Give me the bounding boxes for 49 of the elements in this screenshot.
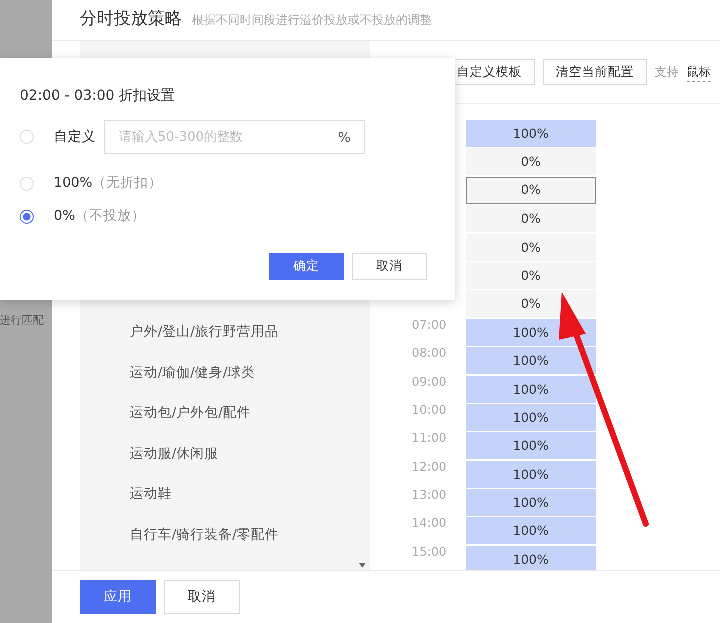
category-item[interactable]: 运动服/休闲服	[130, 444, 370, 484]
scroll-down-icon[interactable]	[359, 563, 366, 568]
schedule-cell[interactable]: 0%	[466, 148, 596, 176]
category-item[interactable]: 自行车/骑行装备/零配件	[130, 524, 370, 565]
time-label: 09:00	[412, 376, 448, 391]
time-label: 08:00	[412, 347, 448, 362]
schedule-cell[interactable]: 100%	[466, 432, 596, 460]
label-text: 进行匹配	[0, 313, 45, 329]
schedule-cell[interactable]: 100%	[466, 404, 596, 431]
schedule-cell[interactable]: 0%	[466, 290, 596, 318]
category-item[interactable]: 户外/登山/旅行野营用品	[130, 322, 370, 362]
unit-label: %	[338, 129, 351, 148]
option-label: 0%	[54, 207, 76, 226]
option-label: 100%	[54, 174, 93, 194]
category-item[interactable]: 运动鞋	[130, 484, 370, 524]
time-label: 07:00	[412, 318, 448, 334]
toolbar-button[interactable]: 清空当前配置	[543, 58, 647, 86]
hint-link[interactable]: 鼠标	[687, 62, 711, 82]
apply-button[interactable]: 应用	[80, 580, 156, 614]
schedule-cell[interactable]: 100%	[466, 376, 596, 403]
cancel-button[interactable]: 取消	[164, 580, 240, 614]
radio-button[interactable]	[20, 210, 34, 224]
option-note: （不投放）	[75, 207, 146, 226]
schedule-cell[interactable]: 100%	[466, 460, 596, 488]
schedule-cell[interactable]: 0%	[466, 205, 596, 232]
category-item[interactable]: 运动/瑜伽/健身/球类	[130, 362, 370, 403]
time-label: 12:00	[412, 460, 448, 476]
option-note: （无折扣）	[92, 174, 163, 194]
panel-title: 分时投放策略	[80, 8, 182, 32]
schedule-cell[interactable]: 100%	[466, 517, 596, 544]
time-label: 10:00	[412, 404, 448, 419]
cancel-button[interactable]: 取消	[352, 253, 427, 280]
hint-text: 支持	[655, 64, 679, 81]
schedule-cell[interactable]: 100%	[466, 546, 596, 570]
option-label: 自定义	[54, 128, 96, 147]
schedule-cell[interactable]: 0%	[466, 234, 596, 261]
panel-subtitle: 根据不同时间段进行溢价投放或不投放的调整	[192, 12, 432, 29]
schedule-cell[interactable]: 100%	[466, 120, 596, 147]
time-label: 14:00	[412, 517, 448, 532]
popover-title: 02:00 - 03:00 折扣设置	[20, 87, 176, 106]
time-label: 11:00	[412, 432, 448, 448]
time-label: 13:00	[412, 489, 448, 504]
schedule-cell[interactable]: 0%	[466, 262, 596, 289]
schedule-cell[interactable]: 100%	[466, 347, 596, 374]
schedule-cell[interactable]: 0%	[466, 176, 596, 204]
schedule-cell[interactable]: 100%	[466, 489, 596, 516]
time-label: 15:00	[412, 546, 448, 561]
category-item[interactable]: 运动包/户外包/配件	[130, 403, 370, 444]
confirm-button[interactable]: 确定	[269, 253, 344, 280]
